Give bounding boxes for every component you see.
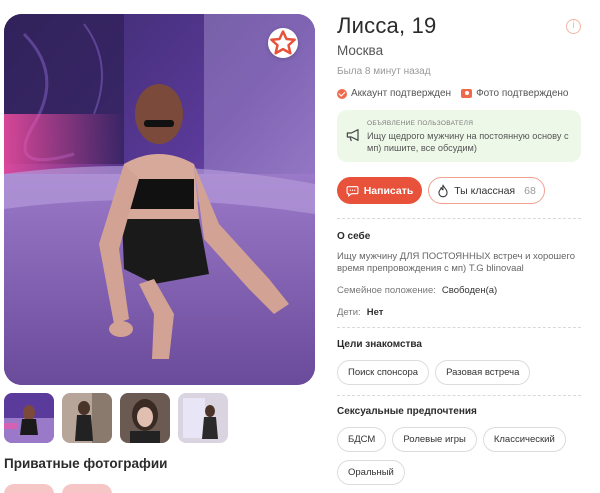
divider (337, 218, 581, 219)
marital-label: Семейное положение: (337, 285, 436, 296)
goals-list: Поиск спонсора Разовая встреча (337, 360, 587, 385)
verification-row: Аккаунт подтвержден Фото подтверждено (337, 88, 569, 99)
about-text: Ищу мужчину ДЛЯ ПОСТОЯННЫХ встреч и хоро… (337, 251, 575, 274)
goals-title: Цели знакомства (337, 339, 422, 350)
compliment-count: 68 (524, 184, 536, 197)
star-icon (270, 30, 296, 55)
kids-value: Нет (366, 307, 384, 318)
user-announcement: ОБЪЯВЛЕНИЕ ПОЛЬЗОВАТЕЛЯ Ищу щедрого мужч… (337, 110, 581, 162)
photo-illustration (4, 14, 315, 385)
marital-status: Семейное положение: Свободен(а) (337, 285, 497, 296)
preferences-list: БДСМ Ролевые игры Классический Оральный (337, 427, 587, 485)
photo-verified: Фото подтверждено (461, 88, 569, 99)
account-verified-label: Аккаунт подтвержден (351, 88, 452, 99)
profile-city: Москва (337, 43, 384, 58)
goal-chip[interactable]: Поиск спонсора (337, 360, 430, 385)
private-photos-title: Приватные фотографии (4, 456, 168, 471)
photo-thumbnails (4, 393, 228, 443)
private-photo-1[interactable] (4, 484, 54, 493)
profile-name: Лисса, 19 (337, 13, 437, 38)
account-verified: Аккаунт подтвержден (337, 88, 451, 99)
write-button-label: Написать (363, 184, 414, 197)
divider (337, 327, 581, 328)
check-icon (337, 88, 347, 99)
thumbnail-1[interactable] (4, 393, 54, 443)
thumbnail-2[interactable] (62, 393, 112, 443)
write-message-button[interactable]: Написать (337, 177, 422, 204)
photo-verified-label: Фото подтверждено (476, 88, 569, 99)
thumbnail-4[interactable] (178, 393, 228, 443)
divider (337, 395, 581, 396)
preference-chip[interactable]: БДСМ (337, 427, 387, 452)
marital-value: Свободен(а) (441, 285, 498, 296)
about-title: О себе (337, 231, 371, 242)
private-photo-2[interactable] (62, 484, 112, 493)
compliment-label: Ты классная (454, 184, 516, 197)
preference-chip[interactable]: Ролевые игры (392, 427, 477, 452)
announcement-text: Ищу щедрого мужчину на постоянную основу… (367, 131, 569, 153)
thumbnail-3[interactable] (120, 393, 170, 443)
last-seen: Была 8 минут назад (337, 66, 431, 77)
info-icon[interactable]: i (566, 19, 581, 34)
compliment-button[interactable]: Ты классная 68 (428, 177, 545, 204)
camera-icon (461, 89, 473, 98)
preference-chip[interactable]: Классический (482, 427, 566, 452)
preference-chip[interactable]: Оральный (337, 460, 405, 485)
kids-status: Дети: Нет (337, 307, 383, 318)
announcement-title: ОБЪЯВЛЕНИЕ ПОЛЬЗОВАТЕЛЯ (367, 120, 474, 127)
megaphone-icon (346, 129, 359, 142)
main-profile-photo[interactable] (4, 14, 315, 385)
chat-icon (346, 185, 359, 197)
flame-icon (438, 184, 448, 197)
goal-chip[interactable]: Разовая встреча (435, 360, 531, 385)
kids-label: Дети: (337, 307, 361, 318)
preferences-title: Сексуальные предпочтения (337, 406, 477, 417)
favorite-button[interactable] (268, 28, 298, 58)
